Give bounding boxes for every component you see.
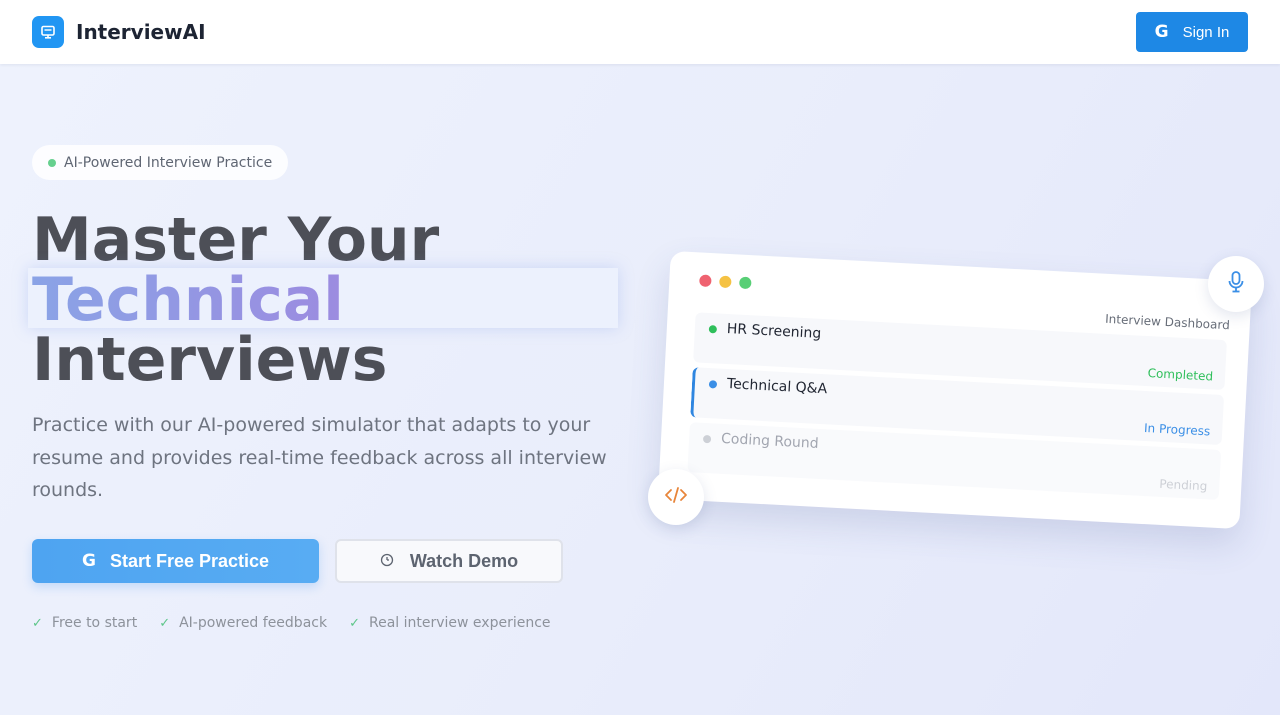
microphone-bubble [1208, 256, 1264, 312]
window-minimize-dot [719, 275, 732, 289]
google-icon: G [1154, 22, 1169, 42]
check-icon: ✓ [159, 615, 171, 631]
watch-demo-label: Watch Demo [409, 550, 519, 571]
feature-list: ✓ Free to start ✓ AI-powered feedback ✓ … [32, 615, 551, 631]
code-icon [664, 486, 688, 508]
feature-label: Real interview experience [368, 615, 551, 631]
microphone-icon [1226, 270, 1246, 298]
status-dot [48, 158, 56, 167]
round-status: In Progress [1143, 420, 1211, 439]
top-nav: InterviewAI G Sign In [0, 0, 1280, 64]
window-controls [699, 274, 752, 290]
watch-demo-button[interactable]: Watch Demo [335, 539, 563, 583]
interview-dashboard-card: Interview Dashboard HR Screening Complet… [657, 250, 1253, 530]
status-dot [708, 325, 718, 334]
sign-in-label: Sign In [1182, 23, 1230, 41]
status-dot [702, 434, 712, 444]
window-maximize-dot [739, 276, 752, 290]
round-status: Pending [1159, 476, 1208, 494]
round-name: Technical Q&A [726, 376, 828, 398]
round-name: Coding Round [720, 430, 820, 452]
start-free-practice-button[interactable]: G Start Free Practice [32, 539, 319, 583]
code-bubble [648, 469, 704, 525]
brand[interactable]: InterviewAI [32, 16, 206, 48]
hero-badge-label: AI-Powered Interview Practice [64, 154, 273, 171]
monitor-icon [32, 16, 64, 48]
feature-item: ✓ Free to start [32, 615, 137, 631]
hero-title-highlight: Technical [32, 265, 344, 335]
status-dot [708, 380, 718, 389]
feature-item: ✓ AI-powered feedback [159, 615, 327, 631]
hero-description: Practice with our AI-powered simulator t… [32, 414, 607, 501]
feature-label: AI-powered feedback [179, 615, 328, 631]
feature-label: Free to start [51, 615, 138, 631]
check-icon: ✓ [349, 615, 360, 631]
dashboard-title: Interview Dashboard [1104, 311, 1231, 333]
clock-icon [380, 551, 394, 572]
hero-title-line3: Interviews [32, 325, 388, 395]
feature-item: ✓ Real interview experience [349, 615, 550, 631]
round-status: Completed [1147, 366, 1214, 384]
window-close-dot [699, 274, 712, 288]
brand-name: InterviewAI [76, 20, 206, 44]
sign-in-button[interactable]: G Sign In [1136, 12, 1248, 52]
start-free-practice-label: Start Free Practice [109, 550, 270, 571]
hero-badge: AI-Powered Interview Practice [32, 145, 288, 180]
hero-title-line1: Master Your [32, 205, 440, 275]
google-icon: G [81, 551, 96, 571]
section-divider [0, 715, 1280, 720]
check-icon: ✓ [32, 615, 43, 631]
round-name: HR Screening [726, 320, 822, 342]
